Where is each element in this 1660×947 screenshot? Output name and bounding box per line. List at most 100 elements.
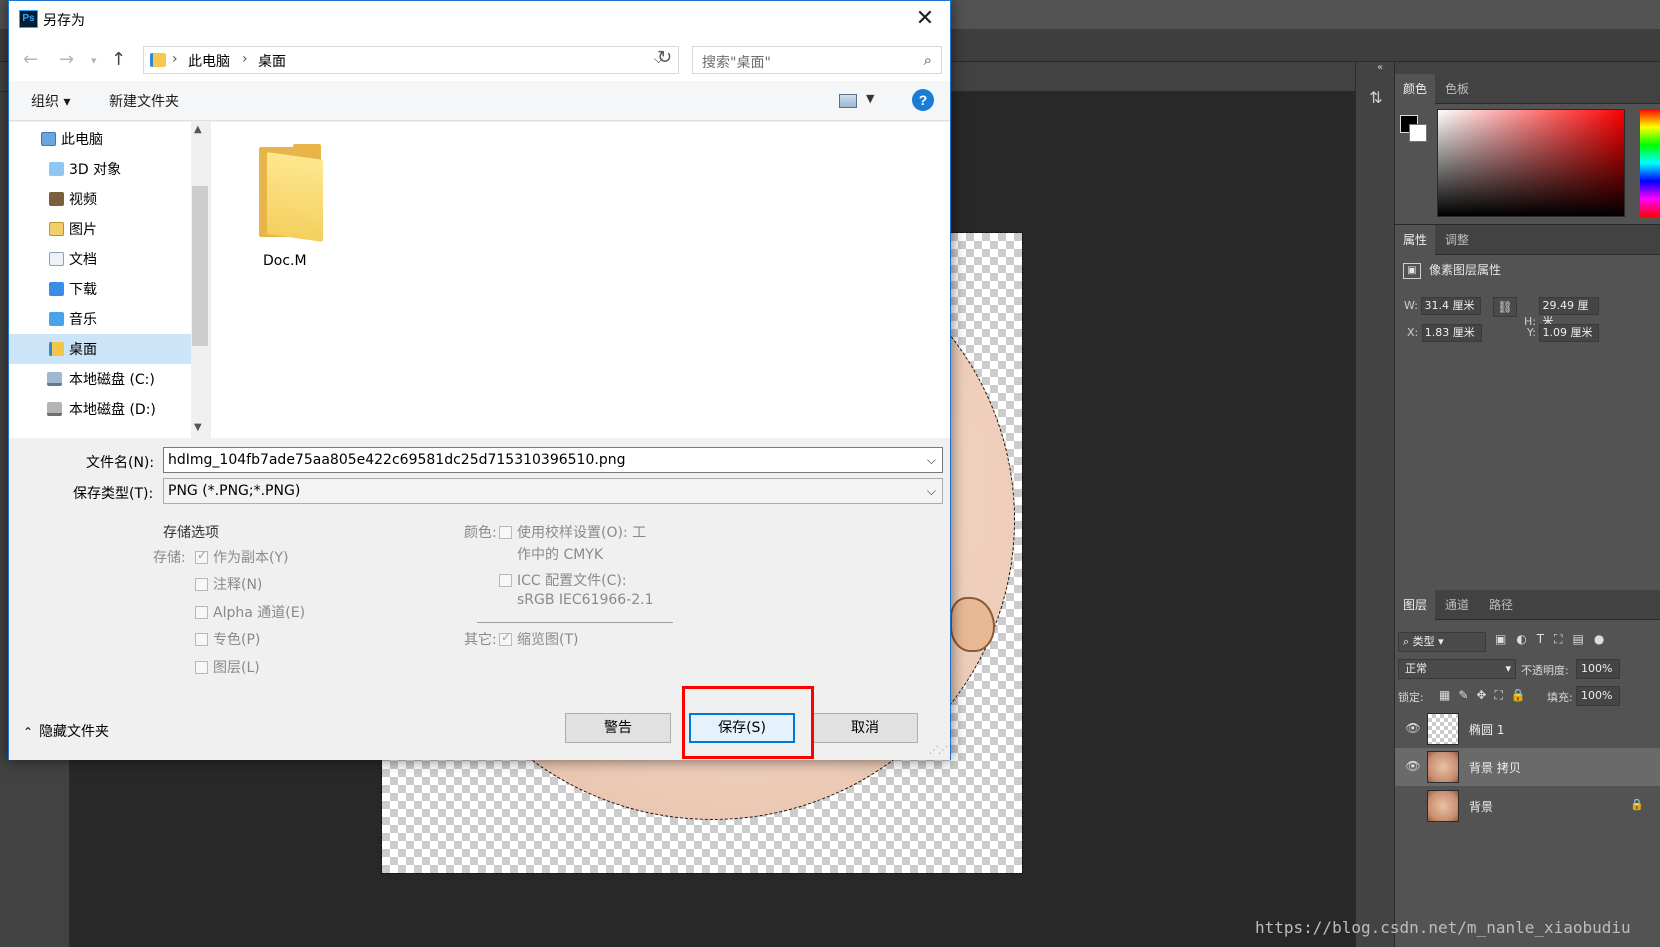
layer-row[interactable]: 背景 🔒	[1395, 787, 1660, 825]
background-color-swatch[interactable]	[1409, 124, 1427, 142]
thumbnail-label: 缩览图(T)	[517, 632, 579, 648]
spot-colors-label: 专色(P)	[213, 632, 261, 648]
up-arrow-icon[interactable]: ↑	[111, 49, 126, 70]
close-icon[interactable]: ✕	[914, 7, 936, 31]
chevron-down-icon[interactable]: ⌵	[927, 448, 936, 472]
tree-item-music[interactable]: 音乐	[9, 304, 191, 334]
fill-input[interactable]: 100%	[1576, 686, 1620, 706]
width-label: W:	[1404, 299, 1418, 312]
blend-mode-value: 正常	[1405, 662, 1427, 675]
tree-item-this-pc[interactable]: 此电脑	[9, 124, 191, 154]
save-as-dialog: Ps 另存为 ✕ ← → ▾ ↑ › 此电脑 › 桌面 ⌵ ↻ 搜索"桌面" ⌕…	[8, 0, 951, 760]
y-input[interactable]: 1.09 厘米	[1539, 324, 1600, 342]
breadcrumb-desktop[interactable]: 桌面	[258, 51, 286, 71]
layer-row[interactable]: 👁 背景 拷贝	[1395, 748, 1660, 786]
documents-icon	[49, 252, 64, 266]
tree-scrollbar[interactable]: ▲ ▼	[191, 122, 209, 438]
filetype-select[interactable]: PNG (*.PNG;*.PNG) ⌵	[163, 478, 943, 504]
alpha-channels-label: Alpha 通道(E)	[213, 605, 306, 621]
proof-setup-checkbox[interactable]	[499, 526, 512, 539]
layer-filter-select[interactable]: ⌕ 类型 ▾	[1398, 632, 1486, 652]
tree-item-label: 文档	[69, 252, 97, 268]
tree-item-documents[interactable]: 文档	[9, 244, 191, 274]
save-button-highlight	[682, 686, 814, 759]
refresh-icon[interactable]: ↻	[657, 47, 672, 68]
tree-item-label: 图片	[69, 222, 97, 238]
eye-icon[interactable]: 👁	[1405, 759, 1421, 773]
tab-swatches[interactable]: 色板	[1437, 74, 1477, 104]
chevron-right-icon[interactable]: ›	[242, 51, 248, 67]
layer-thumbnail	[1427, 713, 1459, 745]
layer-row[interactable]: 👁 椭圆 1	[1395, 710, 1660, 748]
save-options-heading: 存储选项	[163, 525, 219, 541]
width-input[interactable]: 31.4 厘米	[1421, 297, 1482, 315]
icc-profile-checkbox[interactable]	[499, 574, 512, 587]
alpha-channels-checkbox[interactable]	[195, 606, 208, 619]
notes-checkbox[interactable]	[195, 578, 208, 591]
as-copy-checkbox[interactable]	[195, 548, 208, 564]
height-input[interactable]: 29.49 厘米	[1539, 297, 1600, 328]
eye-icon[interactable]: 👁	[1405, 721, 1421, 735]
cancel-button[interactable]: 取消	[812, 713, 918, 743]
tab-paths[interactable]: 路径	[1481, 590, 1521, 620]
resize-grip-icon[interactable]: ⋰⋰	[929, 745, 948, 756]
search-input[interactable]: 搜索"桌面"	[702, 52, 771, 72]
dialog-titlebar: Ps 另存为 ✕	[9, 1, 950, 39]
tree-item-drive-d[interactable]: 本地磁盘 (D:)	[9, 394, 191, 424]
x-label: X:	[1407, 326, 1419, 339]
chevron-down-icon[interactable]: ⌵	[927, 479, 936, 503]
pc-icon	[41, 132, 56, 146]
tree-item-downloads[interactable]: 下载	[9, 274, 191, 304]
lock-icons[interactable]: ▦✎✥⛶🔒	[1439, 688, 1534, 703]
ps-panel-strip: ⇅	[1355, 62, 1395, 947]
layer-filter-icons[interactable]: ▣◐T⛶▤●	[1495, 632, 1614, 647]
tab-color[interactable]: 颜色	[1395, 74, 1436, 104]
tab-adjustments[interactable]: 调整	[1437, 225, 1477, 255]
color-picker-field[interactable]	[1437, 109, 1625, 217]
address-bar[interactable]: › 此电脑 › 桌面 ⌵	[143, 46, 679, 74]
hide-folders-toggle[interactable]: ⌃ 隐藏文件夹	[23, 721, 109, 741]
file-name-label[interactable]: Doc.M	[263, 253, 307, 269]
collapse-panels-icon[interactable]: «	[1377, 62, 1383, 73]
tree-item-videos[interactable]: 视频	[9, 184, 191, 214]
breadcrumb-this-pc[interactable]: 此电脑	[188, 51, 230, 71]
opacity-input[interactable]: 100%	[1576, 659, 1620, 679]
scrollbar-thumb[interactable]	[192, 186, 208, 346]
organize-button[interactable]: 组织 ▾	[31, 91, 70, 111]
filename-field[interactable]: hdImg_104fb7ade75aa805e422c69581dc25d715…	[163, 447, 943, 473]
spot-colors-checkbox[interactable]	[195, 633, 208, 646]
x-input[interactable]: 1.83 厘米	[1421, 324, 1482, 342]
link-icon[interactable]: ⛓	[1493, 297, 1517, 317]
scroll-up-icon[interactable]: ▲	[194, 124, 202, 135]
scroll-down-icon[interactable]: ▼	[194, 422, 202, 433]
new-folder-button[interactable]: 新建文件夹	[109, 91, 179, 111]
navigation-tree: 此电脑 3D 对象 视频 图片 文档 下载 音乐 桌面 本地磁盘 (C:) 本地…	[9, 122, 209, 438]
photoshop-logo-icon: Ps	[19, 10, 38, 28]
tab-properties[interactable]: 属性	[1395, 225, 1436, 255]
tree-item-3d-objects[interactable]: 3D 对象	[9, 154, 191, 184]
tree-item-drive-c[interactable]: 本地磁盘 (C:)	[9, 364, 191, 394]
eye-hidden-icon[interactable]	[1405, 798, 1421, 812]
history-icon[interactable]: ⇅	[1366, 88, 1386, 108]
change-view-icon[interactable]	[839, 94, 857, 108]
search-box[interactable]: 搜索"桌面" ⌕	[692, 46, 942, 74]
blend-mode-select[interactable]: 正常 ▾	[1398, 659, 1516, 679]
tree-item-pictures[interactable]: 图片	[9, 214, 191, 244]
chevron-right-icon[interactable]: ›	[172, 51, 178, 67]
thumbnail-checkbox[interactable]	[499, 630, 512, 646]
tab-channels[interactable]: 通道	[1437, 590, 1477, 620]
folder-icon[interactable]	[257, 144, 329, 244]
search-icon[interactable]: ⌕	[924, 51, 932, 69]
hue-slider[interactable]	[1640, 109, 1660, 217]
back-arrow-icon[interactable]: ←	[23, 49, 38, 70]
warning-button[interactable]: 警告	[565, 713, 671, 743]
forward-arrow-icon[interactable]: →	[59, 49, 74, 70]
view-options-dropdown-icon[interactable]: ▼	[866, 92, 874, 105]
recent-locations-icon[interactable]: ▾	[91, 54, 97, 67]
tree-item-desktop[interactable]: 桌面	[9, 334, 191, 364]
proof-setup-label: 使用校样设置(O): 工	[517, 525, 647, 541]
prop-x: X: 1.83 厘米	[1407, 324, 1482, 342]
layers-checkbox[interactable]	[195, 661, 208, 674]
tab-layers[interactable]: 图层	[1395, 590, 1436, 620]
help-icon[interactable]: ?	[912, 89, 934, 111]
